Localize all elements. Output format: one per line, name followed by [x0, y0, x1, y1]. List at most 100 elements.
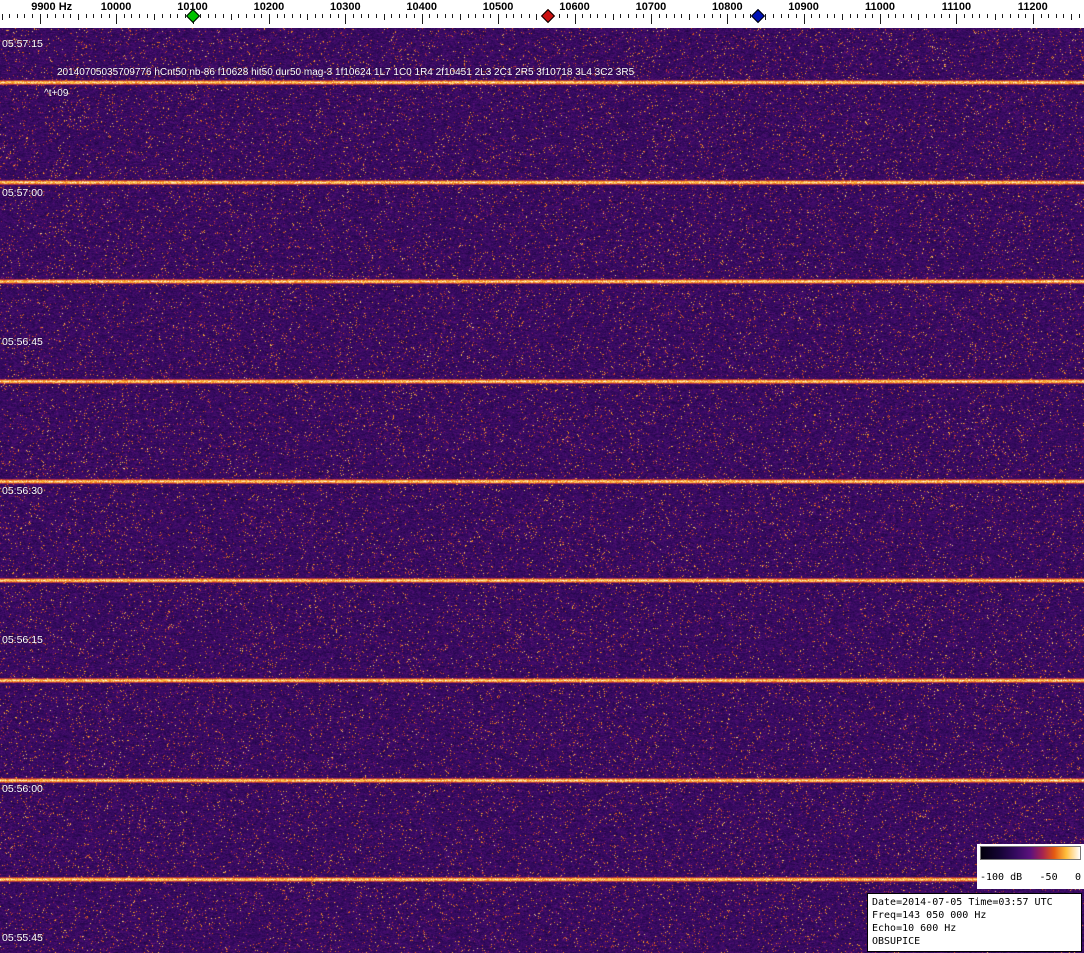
- freq-tick: [521, 14, 522, 18]
- red-frequency-marker-icon[interactable]: [540, 8, 555, 24]
- freq-tick: [360, 14, 362, 18]
- freq-tick: [589, 14, 591, 18]
- freq-tick: [345, 14, 347, 24]
- freq-tick: [291, 14, 293, 18]
- freq-tick: [605, 14, 606, 18]
- info-echo-line: Echo=10 600 Hz: [872, 923, 957, 934]
- freq-tick: [223, 14, 225, 18]
- freq-tick: [116, 14, 118, 24]
- freq-tick: [452, 14, 454, 18]
- freq-tick: [490, 14, 492, 18]
- freq-tick: [658, 14, 660, 18]
- freq-tick: [444, 14, 446, 18]
- freq-tick: [383, 14, 385, 20]
- frequency-ruler[interactable]: 9900 Hz 10000 10100 10200 10300 10400 10500 106…: [0, 0, 1084, 28]
- freq-tick-label: 11000: [865, 1, 895, 13]
- freq-tick: [368, 14, 370, 18]
- detection-annotation: 20140705035709776 hCnt50 nb-86 f10628 hi…: [57, 67, 635, 78]
- freq-tick: [1071, 14, 1072, 20]
- freq-tick: [246, 14, 247, 18]
- freq-tick: [482, 14, 484, 18]
- freq-tick: [352, 14, 354, 18]
- freq-tick: [1055, 14, 1057, 18]
- waterfall-area: 20140705035709776 hCnt50 nb-86 f10628 hi…: [0, 28, 1084, 953]
- freq-tick-label: 10800: [712, 1, 743, 13]
- freq-tick: [330, 14, 331, 18]
- blue-frequency-marker-icon[interactable]: [750, 8, 765, 24]
- freq-tick: [513, 14, 515, 18]
- colorbar-legend: -100 dB -50 0: [977, 844, 1084, 889]
- freq-tick: [903, 14, 904, 18]
- freq-tick: [1078, 14, 1080, 18]
- freq-tick: [796, 14, 797, 18]
- freq-tick: [734, 14, 736, 18]
- freq-tick: [77, 14, 79, 20]
- freq-tick: [207, 14, 209, 18]
- freq-tick: [498, 14, 500, 24]
- freq-tick: [505, 14, 507, 18]
- freq-tick: [742, 14, 744, 18]
- freq-tick: [582, 14, 584, 18]
- freq-tick: [681, 14, 683, 18]
- freq-tick: [765, 14, 767, 20]
- freq-tick: [437, 14, 438, 18]
- freq-tick: [803, 14, 805, 24]
- spectrogram-canvas: [0, 28, 1084, 953]
- freq-tick: [818, 14, 820, 18]
- freq-tick: [375, 14, 377, 18]
- time-tick-label: 05:57:00: [2, 187, 43, 199]
- freq-tick: [215, 14, 217, 18]
- freq-tick: [696, 14, 698, 18]
- freq-tick: [620, 14, 622, 18]
- info-station-line: OBSUPICE: [872, 936, 921, 947]
- freq-tick: [1, 14, 3, 20]
- freq-tick: [872, 14, 874, 18]
- freq-tick: [62, 14, 64, 18]
- freq-tick: [887, 14, 889, 18]
- freq-tick: [826, 14, 828, 18]
- freq-tick: [918, 14, 920, 20]
- freq-tick: [948, 14, 950, 18]
- freq-tick: [391, 14, 393, 18]
- freq-tick: [39, 14, 41, 24]
- freq-tick: [459, 14, 461, 20]
- freq-tick: [1017, 14, 1019, 18]
- freq-tick: [1040, 14, 1042, 18]
- info-freq-line: Freq=143 050 000 Hz: [872, 910, 987, 921]
- freq-tick-label: 10400: [406, 1, 437, 13]
- freq-tick: [475, 14, 477, 18]
- freq-tick: [32, 14, 34, 18]
- freq-tick: [780, 14, 782, 18]
- freq-tick: [536, 14, 538, 20]
- freq-tick: [414, 14, 415, 18]
- freq-tick: [987, 14, 988, 18]
- freq-tick-label: 11100: [941, 1, 972, 13]
- freq-tick: [1002, 14, 1004, 18]
- freq-tick: [895, 14, 897, 18]
- freq-tick: [979, 14, 981, 18]
- freq-tick: [689, 14, 691, 20]
- freq-tick: [719, 14, 721, 18]
- freq-tick-label: 10700: [635, 1, 667, 13]
- freq-tick-label: 11200: [1017, 1, 1048, 13]
- freq-tick: [834, 14, 836, 18]
- freq-tick: [307, 14, 309, 20]
- freq-tick: [337, 14, 339, 18]
- colorbar-gradient: [980, 846, 1081, 860]
- freq-tick: [314, 14, 316, 18]
- freq-tick: [108, 14, 110, 18]
- freq-tick: [421, 14, 423, 24]
- time-tick-label: 05:57:15: [2, 38, 43, 50]
- time-tick-label: 05:56:45: [2, 336, 43, 348]
- freq-tick: [467, 14, 469, 18]
- freq-tick: [857, 14, 859, 18]
- freq-tick: [261, 14, 263, 18]
- freq-tick: [941, 14, 943, 18]
- meteor-spectrogram-screen: 9900 Hz 10000 10100 10200 10300 10400 10500 106…: [0, 0, 1084, 953]
- freq-tick-label: 9900 Hz: [31, 1, 73, 13]
- colorbar-max-label: 0: [1074, 872, 1081, 883]
- freq-tick: [55, 14, 56, 18]
- freq-tick: [712, 14, 713, 18]
- freq-tick: [1025, 14, 1027, 18]
- freq-tick: [566, 14, 568, 18]
